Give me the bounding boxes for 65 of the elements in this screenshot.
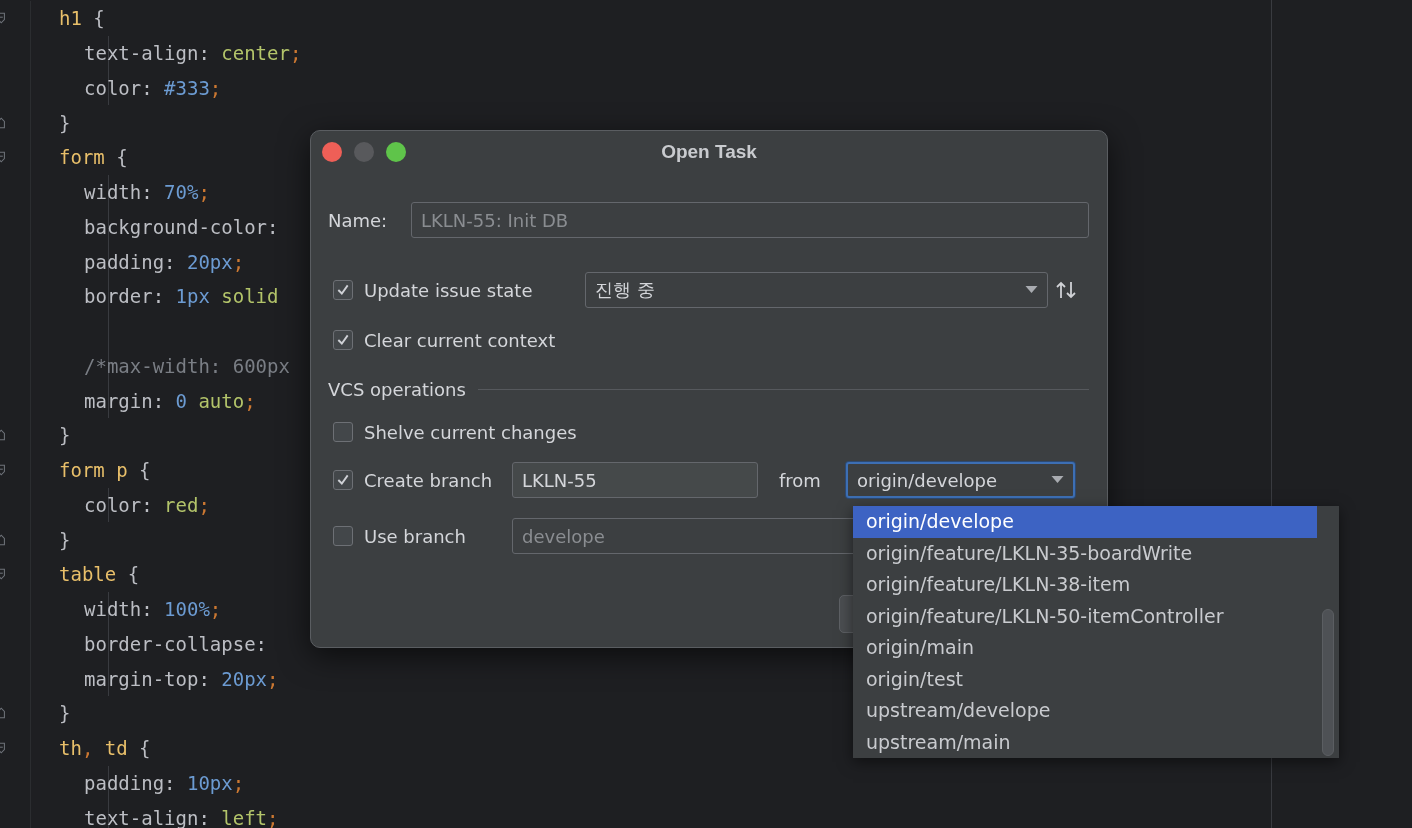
checkbox-label: Shelve current changes bbox=[364, 421, 577, 443]
close-icon[interactable] bbox=[322, 142, 342, 162]
branch-dropdown[interactable]: origin/develope bbox=[846, 462, 1075, 498]
fold-icon[interactable] bbox=[0, 532, 6, 547]
code-line: form p { bbox=[59, 459, 151, 482]
checkbox[interactable] bbox=[333, 280, 353, 300]
checkbox-label: Update issue state bbox=[364, 279, 534, 301]
checkbox[interactable] bbox=[333, 330, 353, 350]
checkbox-label: Create branch bbox=[364, 469, 494, 491]
branch-list-item[interactable]: origin/main bbox=[853, 632, 1317, 664]
code-line: border: 1px solid bbox=[84, 285, 279, 308]
check-icon bbox=[336, 473, 350, 487]
section-title: VCS operations bbox=[328, 378, 466, 400]
from-label: from bbox=[779, 469, 822, 491]
check-icon bbox=[336, 333, 350, 347]
caret-icon bbox=[1051, 476, 1064, 484]
code-line: table { bbox=[59, 563, 140, 586]
checkbox-label: Clear current context bbox=[364, 329, 556, 351]
checkbox[interactable] bbox=[333, 422, 353, 442]
state-dropdown[interactable]: 진행 중 bbox=[585, 272, 1048, 308]
code-line: margin: 0 auto; bbox=[84, 389, 256, 412]
field-label: Name: bbox=[328, 209, 389, 231]
branch-list-item[interactable]: origin/feature/LKLN-38-item bbox=[853, 569, 1317, 601]
branch-list-item[interactable]: origin/develope bbox=[853, 506, 1317, 538]
fold-icon[interactable] bbox=[0, 428, 6, 443]
code-line: color: red; bbox=[84, 493, 210, 516]
fold-icon[interactable] bbox=[0, 741, 6, 756]
checkbox-label: Use branch bbox=[364, 525, 467, 547]
code-line: /*max-width: 600px bbox=[84, 354, 290, 377]
branch-list-item[interactable]: upstream/develope bbox=[853, 695, 1317, 727]
code-line: width: 100%; bbox=[84, 598, 222, 621]
branch-name-field[interactable]: LKLN-55 bbox=[512, 462, 758, 498]
code-line: border-collapse: bbox=[84, 632, 268, 655]
code-line: } bbox=[59, 528, 71, 551]
fold-icon[interactable] bbox=[0, 567, 6, 582]
fold-icon[interactable] bbox=[0, 115, 6, 130]
code-line: form { bbox=[59, 146, 128, 169]
caret-icon bbox=[1025, 286, 1038, 294]
checkbox[interactable] bbox=[333, 526, 353, 546]
branch-list-item[interactable]: origin/feature/LKLN-50-itemController bbox=[853, 600, 1317, 632]
maximize-icon[interactable] bbox=[386, 142, 406, 162]
code-line: color: #333; bbox=[84, 76, 222, 99]
scrollbar-thumb[interactable] bbox=[1322, 609, 1334, 756]
fold-icon[interactable] bbox=[0, 463, 6, 478]
code-line: padding: 10px; bbox=[84, 771, 245, 794]
code-line: } bbox=[59, 702, 71, 725]
branch-list-item[interactable]: origin/test bbox=[853, 663, 1317, 695]
code-line: background-color: bbox=[84, 215, 279, 238]
fold-icon[interactable] bbox=[0, 11, 6, 26]
checkbox[interactable] bbox=[333, 470, 353, 490]
code-line: text-align: center; bbox=[84, 42, 302, 65]
code-line: } bbox=[59, 424, 71, 447]
check-icon bbox=[336, 283, 350, 297]
code-line: padding: 20px; bbox=[84, 250, 245, 273]
code-line: text-align: left; bbox=[84, 806, 279, 828]
sort-icon[interactable] bbox=[1056, 281, 1076, 299]
fold-icon[interactable] bbox=[0, 706, 6, 721]
code-line: h1 { bbox=[59, 7, 105, 30]
code-line: margin-top: 20px; bbox=[84, 667, 279, 690]
branch-list-item[interactable]: upstream/main bbox=[853, 726, 1317, 758]
fold-icon[interactable] bbox=[0, 150, 6, 165]
window-title: Open Task bbox=[661, 141, 757, 163]
code-line: width: 70%; bbox=[84, 181, 210, 204]
code-line: } bbox=[59, 111, 71, 134]
code-line: th, td { bbox=[59, 737, 151, 760]
